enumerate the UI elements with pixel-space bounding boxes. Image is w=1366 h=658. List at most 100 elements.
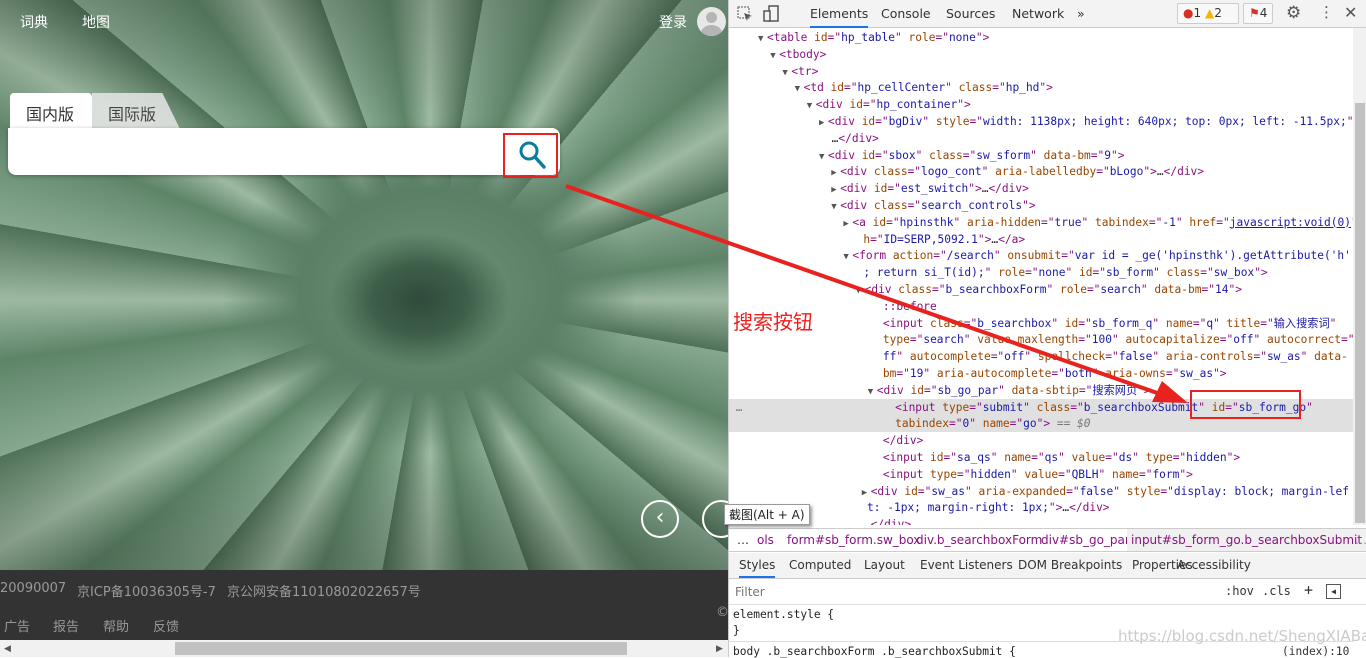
dom-node-line[interactable]: ▶ <div id="est_switch">…</div> — [729, 180, 1353, 197]
tab-network[interactable]: Network — [1012, 6, 1064, 21]
avatar-icon[interactable] — [697, 7, 726, 36]
dom-token: search — [1100, 283, 1141, 296]
dom-token: data-sbtip — [1011, 383, 1079, 397]
footer-icp[interactable]: 京ICP备10036305号-7 — [77, 581, 216, 600]
search-button[interactable] — [503, 133, 558, 178]
dom-node-line[interactable]: ▶ <div id="sw_as" aria-expanded="false" s… — [729, 483, 1353, 500]
tab-console[interactable]: Console — [881, 6, 931, 21]
dom-node-line[interactable]: ▼ <table id="hp_table" role="none"> — [729, 29, 1353, 46]
tab-styles[interactable]: Styles — [739, 558, 776, 578]
dom-node-line[interactable]: ▼ <div class="b_searchboxForm" role="sear… — [729, 281, 1353, 298]
dom-node-line[interactable]: ▼ <td id="hp_cellCenter" class="hp_hd"> — [729, 79, 1353, 96]
issues-badge[interactable]: ⚑4 — [1243, 3, 1273, 24]
dom-node-line[interactable]: <input class="b_searchbox" id="sb_form_q… — [729, 315, 1353, 332]
breadcrumb-overflow-left[interactable]: … — [737, 533, 749, 547]
breadcrumb-current[interactable]: input#sb_form_go.b_searchboxSubmit — [1127, 529, 1366, 551]
scroll-right-icon[interactable]: ▶ — [716, 644, 723, 654]
dom-token: =" — [1192, 316, 1207, 330]
element-style-close: } — [733, 624, 740, 637]
scrollbar-thumb[interactable] — [1355, 103, 1365, 523]
error-warning-badge[interactable]: ●1 ▲2 — [1177, 3, 1239, 24]
tab-domestic[interactable]: 国内版 — [10, 93, 92, 129]
more-options-icon[interactable]: ⋮ — [1319, 3, 1334, 21]
styles-filter-input[interactable] — [731, 582, 1219, 602]
footer-report[interactable]: 报告 — [53, 616, 79, 635]
dom-node-line[interactable]: <input id="sa_qs" name="qs" value="ds" t… — [729, 449, 1353, 466]
dom-node-line[interactable]: bm="19" aria-autocomplete="both" aria-ow… — [729, 365, 1353, 382]
breadcrumb-item[interactable]: form#sb_form.sw_box — [787, 533, 920, 547]
tab-event-listeners[interactable]: Event Listeners — [920, 558, 1013, 572]
device-toolbar-icon[interactable] — [763, 5, 779, 23]
elements-scrollbar[interactable] — [1353, 28, 1366, 525]
new-style-rule-button[interactable]: + — [1304, 581, 1313, 599]
dom-node-line[interactable]: …</div> — [729, 130, 1353, 147]
element-style-open[interactable]: element.style { — [733, 608, 834, 621]
dom-node-line[interactable]: h="ID=SERP,5092.1">…</a> — [729, 231, 1353, 248]
css-rule-selector[interactable]: body .b_searchboxForm .b_searchboxSubmit… — [733, 645, 1016, 658]
dom-node-line[interactable]: ; return si_T(id);" role="none" id="sb_f… — [729, 264, 1353, 281]
search-input[interactable] — [8, 128, 560, 175]
tab-computed[interactable]: Computed — [789, 558, 851, 572]
dom-node-line[interactable]: ▼ <div class="search_controls"> — [729, 197, 1353, 214]
dom-node-line[interactable]: ▶ <div class="logo_cont" aria-labelledby=… — [729, 163, 1353, 180]
css-rule-source-link[interactable]: (index):10 — [1282, 645, 1349, 658]
dom-node-line[interactable]: <input type="hidden" value="QBLH" name="… — [729, 466, 1353, 483]
cls-button[interactable]: .cls — [1262, 584, 1291, 598]
dom-token: id — [872, 215, 887, 229]
dom-node-line[interactable]: </div> — [729, 516, 1353, 525]
footer-feedback[interactable]: 反馈 — [153, 616, 179, 635]
login-link[interactable]: 登录 — [659, 12, 687, 32]
dom-token: hidden — [1186, 451, 1227, 464]
dom-node-line[interactable]: ::before — [729, 298, 1353, 315]
dom-token: " — [1046, 283, 1060, 296]
dom-token: =" — [909, 333, 924, 347]
dom-node-line[interactable]: ▼ <div id="hp_container"> — [729, 96, 1353, 113]
settings-gear-icon[interactable]: ⚙ — [1286, 3, 1301, 23]
dom-node-line[interactable]: type="search" value maxlength="100" auto… — [729, 331, 1353, 348]
close-devtools-icon[interactable]: ✕ — [1344, 3, 1357, 22]
dom-node-line[interactable]: </div> — [729, 432, 1353, 449]
dom-token: "> — [1228, 283, 1242, 296]
dom-token: id — [830, 81, 845, 95]
tab-elements[interactable]: Elements — [810, 6, 869, 28]
dom-token: t: -1px; margin-right: 1px; — [867, 501, 1049, 515]
footer-ads[interactable]: 广告 — [4, 616, 30, 635]
dom-token: style — [935, 115, 970, 128]
footer-police[interactable]: 京公网安备11010802022657号 — [227, 581, 421, 600]
nav-map[interactable]: 地图 — [82, 12, 110, 32]
dom-token: </div> — [882, 434, 924, 448]
dom-token: " — [1081, 215, 1095, 229]
toggle-sidebar-icon[interactable]: ◀ — [1326, 584, 1341, 599]
dom-node-line[interactable]: ▼ <tr> — [729, 63, 1353, 80]
dom-token: " — [1306, 400, 1313, 414]
breadcrumb-item[interactable]: div#sb_go_par — [1041, 533, 1130, 547]
footer-help[interactable]: 帮助 — [103, 616, 129, 635]
dom-token[interactable]: javascript:void(0) — [1230, 216, 1351, 229]
breadcrumb-item[interactable]: div.b_searchboxForm — [916, 533, 1042, 547]
footer-license[interactable]: 20090007 — [0, 581, 66, 596]
scroll-left-icon[interactable]: ◀ — [4, 644, 11, 654]
scrollbar-thumb[interactable] — [175, 642, 627, 655]
horizontal-scrollbar[interactable]: ◀ ▶ — [0, 640, 728, 657]
dom-node-line[interactable]: ▼ <tbody> — [729, 46, 1353, 63]
breadcrumb-overflow-right[interactable]: … — [1355, 533, 1366, 547]
dom-node-line[interactable]: t: -1px; margin-right: 1px;">…</div> — [729, 499, 1353, 516]
more-tabs-button[interactable]: » — [1077, 6, 1085, 21]
dom-token: ds — [1118, 451, 1133, 464]
tab-layout[interactable]: Layout — [864, 558, 905, 572]
elements-tree[interactable]: ▼ <table id="hp_table" role="none"> ▼ <tbod… — [729, 28, 1353, 525]
tab-dom-breakpoints[interactable]: DOM Breakpoints — [1018, 558, 1122, 572]
dom-node-line[interactable]: ▼ <div id="sbox" class="sw_sform" data-bm… — [729, 147, 1353, 164]
dom-node-line[interactable]: ▶ <div id="bgDiv" style="width: 1138px; h… — [729, 113, 1353, 130]
dom-node-line[interactable]: ff" autocomplete="off" spellcheck="false… — [729, 348, 1353, 365]
dom-node-line[interactable]: ▶ <a id="hpinsthk" aria-hidden="true" tab… — [729, 214, 1353, 231]
nav-dict[interactable]: 词典 — [20, 12, 48, 32]
dom-node-line[interactable]: ▼ <form action="/search" onsubmit="var id… — [729, 247, 1353, 264]
hov-button[interactable]: :hov — [1225, 584, 1254, 598]
dom-token: hp_container — [876, 98, 958, 112]
carousel-prev-button[interactable]: ‹ — [641, 500, 679, 538]
breadcrumb-item[interactable]: ols — [757, 533, 774, 547]
tab-accessibility[interactable]: Accessibility — [1177, 558, 1251, 572]
inspect-element-icon[interactable] — [737, 6, 753, 22]
tab-sources[interactable]: Sources — [946, 6, 995, 21]
